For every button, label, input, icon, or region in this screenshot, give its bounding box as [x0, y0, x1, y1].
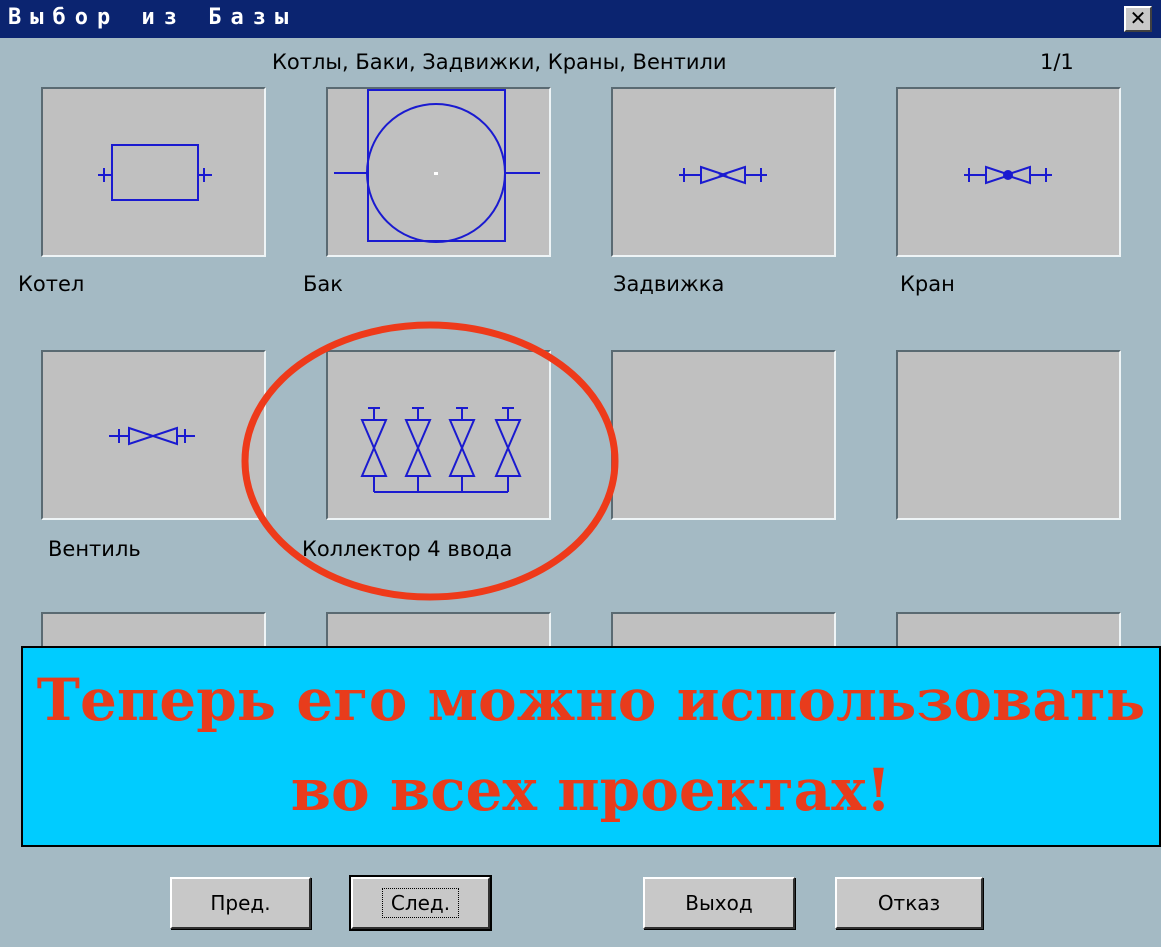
- tile-tap[interactable]: [896, 87, 1121, 257]
- tank-icon: [334, 89, 540, 243]
- tile-globe-valve[interactable]: [41, 350, 266, 520]
- item-label: Бак: [303, 272, 343, 296]
- close-button[interactable]: ✕: [1124, 6, 1152, 32]
- next-button[interactable]: След.: [349, 875, 492, 931]
- manifold-4-inlets-icon: [360, 407, 522, 493]
- tile-manifold[interactable]: [326, 350, 551, 520]
- window-title: Выбор из Базы: [8, 5, 298, 30]
- database-selection-dialog: Выбор из Базы ✕ Котлы, Баки, Задвижки, К…: [0, 0, 1161, 947]
- globe-valve-icon: [109, 426, 195, 446]
- item-label: Коллектор 4 ввода: [302, 537, 513, 561]
- cancel-button[interactable]: Отказ: [835, 877, 983, 929]
- next-button-label: След.: [381, 888, 460, 918]
- tile-boiler[interactable]: [41, 87, 266, 257]
- title-bar: Выбор из Базы ✕: [0, 0, 1161, 38]
- banner-line-2: во всех проектах!: [290, 756, 892, 824]
- item-label: Задвижка: [613, 272, 725, 296]
- tile-empty[interactable]: [896, 350, 1121, 520]
- tile-tank[interactable]: [326, 87, 551, 257]
- prev-button-label: Пред.: [210, 891, 271, 915]
- gate-valve-icon: [679, 165, 767, 185]
- item-label: Кран: [900, 272, 955, 296]
- exit-button[interactable]: Выход: [643, 877, 795, 929]
- cancel-button-label: Отказ: [877, 891, 941, 915]
- boiler-icon: [98, 144, 212, 201]
- tile-gate-valve[interactable]: [611, 87, 836, 257]
- prev-button[interactable]: Пред.: [170, 877, 311, 929]
- page-indicator: 1/1: [1040, 50, 1074, 74]
- tap-icon: [964, 165, 1052, 185]
- tile-empty[interactable]: [611, 350, 836, 520]
- item-label: Котел: [18, 272, 85, 296]
- item-label: Вентиль: [48, 537, 141, 561]
- callout-banner: Теперь его можно использовать во всех пр…: [21, 646, 1161, 847]
- category-title: Котлы, Баки, Задвижки, Краны, Вентили: [272, 50, 727, 74]
- close-icon: ✕: [1129, 6, 1147, 30]
- exit-button-label: Выход: [685, 891, 753, 915]
- banner-line-1: Теперь его можно использовать: [36, 666, 1146, 734]
